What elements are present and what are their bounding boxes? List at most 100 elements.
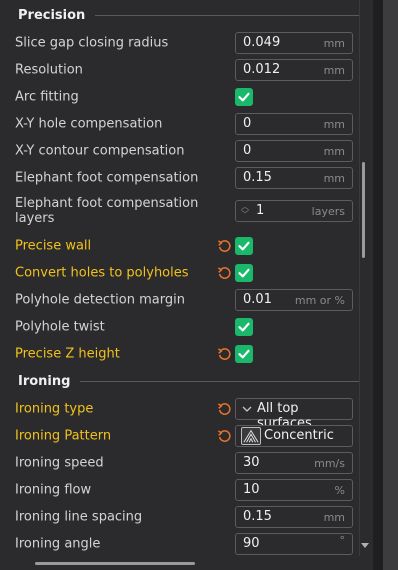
xy-contour-compensation-input[interactable]: 0 mm: [235, 139, 353, 162]
ironing-speed-input[interactable]: 30 mm/s: [235, 451, 353, 474]
field-value: 0.01: [243, 291, 272, 307]
setting-label: Elephant foot compensation: [15, 170, 199, 185]
check-icon: [238, 241, 250, 250]
check-icon: [238, 268, 250, 277]
field-unit: %: [334, 483, 345, 497]
ironing-angle-input[interactable]: 90 °: [235, 532, 353, 555]
row-polyhole-twist: Polyhole twist: [0, 313, 360, 340]
field-unit: °: [339, 533, 346, 547]
field-unit: mm: [323, 63, 345, 77]
precise-wall-checkbox[interactable]: [235, 236, 253, 255]
setting-label: Ironing flow: [15, 482, 92, 497]
field-value: 0.049: [243, 34, 281, 50]
row-elephant-foot-compensation-layers: Elephant foot compensation layers ︿ ﹀ 1 l…: [0, 192, 360, 230]
elephant-foot-compensation-input[interactable]: 0.15 mm: [235, 166, 353, 189]
setting-label: Precise Z height: [15, 346, 120, 361]
field-value: 0.15: [243, 508, 272, 524]
row-ironing-pattern: Ironing Pattern Concentric: [0, 422, 360, 449]
convert-holes-checkbox[interactable]: [235, 263, 253, 282]
check-icon: [238, 322, 250, 331]
horizontal-scrollbar-thumb[interactable]: [35, 562, 195, 565]
setting-label: Polyhole twist: [15, 319, 105, 334]
scroll-down-arrow-icon[interactable]: [360, 540, 370, 550]
section-divider: [95, 14, 360, 16]
field-unit: mm: [323, 144, 345, 158]
row-convert-holes-to-polyholes: Convert holes to polyholes: [0, 259, 360, 286]
concentric-pattern-icon: [241, 426, 261, 445]
field-unit: mm: [323, 171, 345, 185]
field-value: 0: [243, 115, 252, 131]
field-unit: mm/s: [314, 456, 345, 470]
reset-arrow-icon[interactable]: [217, 265, 232, 280]
elephant-foot-layers-spin-input[interactable]: ︿ ﹀ 1 layers: [235, 200, 353, 222]
polyhole-twist-checkbox[interactable]: [235, 317, 253, 336]
field-value: 30: [243, 454, 260, 470]
reset-arrow-icon[interactable]: [217, 401, 232, 416]
row-polyhole-detection-margin: Polyhole detection margin 0.01 mm or %: [0, 286, 360, 313]
row-ironing-type: Ironing type All top surfaces: [0, 395, 360, 431]
section-divider: [80, 380, 360, 382]
field-value: 0.012: [243, 61, 281, 77]
polyhole-margin-input[interactable]: 0.01 mm or %: [235, 288, 353, 311]
field-unit: mm or %: [294, 293, 345, 307]
row-arc-fitting: Arc fitting: [0, 83, 360, 110]
vertical-scrollbar[interactable]: [359, 0, 373, 556]
ironing-type-dropdown[interactable]: All top surfaces: [235, 397, 353, 431]
reset-arrow-icon[interactable]: [217, 238, 232, 253]
ironing-flow-input[interactable]: 10 %: [235, 478, 353, 501]
field-value: 1: [256, 203, 265, 218]
row-ironing-speed: Ironing speed 30 mm/s: [0, 449, 360, 476]
setting-label: Slice gap closing radius: [15, 35, 169, 50]
setting-label: Convert holes to polyholes: [15, 265, 189, 280]
row-precise-z-height: Precise Z height: [0, 340, 360, 367]
slice-gap-input[interactable]: 0.049 mm: [235, 31, 353, 54]
field-unit: mm: [323, 36, 345, 50]
row-resolution: Resolution 0.012 mm: [0, 56, 360, 83]
row-elephant-foot-compensation: Elephant foot compensation 0.15 mm: [0, 164, 360, 191]
ironing-pattern-dropdown[interactable]: Concentric: [235, 424, 353, 447]
setting-label: Ironing speed: [15, 455, 104, 470]
setting-label: Elephant foot compensation layers: [15, 196, 199, 226]
vertical-scrollbar-thumb[interactable]: [362, 162, 365, 258]
setting-label: Ironing angle: [15, 536, 101, 551]
setting-label: Ironing type: [15, 401, 94, 416]
settings-panel: Precision Slice gap closing radius 0.049…: [0, 0, 360, 556]
field-value: 10: [243, 481, 260, 497]
setting-label: X-Y contour compensation: [15, 143, 185, 158]
ironing-line-spacing-input[interactable]: 0.15 mm: [235, 505, 353, 528]
side-strip-inner: [383, 0, 398, 570]
field-value: 90: [243, 535, 260, 551]
arc-fitting-checkbox[interactable]: [235, 87, 253, 106]
setting-label: Arc fitting: [15, 89, 79, 104]
section-header-ironing: Ironing: [18, 371, 360, 391]
field-unit: mm: [323, 510, 345, 524]
row-ironing-flow: Ironing flow 10 %: [0, 476, 360, 503]
precise-z-height-checkbox[interactable]: [235, 344, 253, 363]
field-unit: layers: [311, 205, 345, 218]
setting-label: Precise wall: [15, 238, 92, 253]
row-ironing-angle: Ironing angle 90 °: [0, 530, 360, 557]
field-value: 0.15: [243, 169, 272, 185]
field-unit: mm: [323, 117, 345, 131]
setting-label: X-Y hole compensation: [15, 116, 163, 131]
row-xy-contour-compensation: X-Y contour compensation 0 mm: [0, 137, 360, 164]
row-precise-wall: Precise wall: [0, 232, 360, 259]
resolution-input[interactable]: 0.012 mm: [235, 58, 353, 81]
reset-arrow-icon[interactable]: [217, 428, 232, 443]
setting-label: Ironing Pattern: [15, 428, 112, 443]
field-value: 0: [243, 142, 252, 158]
section-title: Precision: [18, 7, 86, 23]
setting-label: Polyhole detection margin: [15, 292, 185, 307]
xy-hole-compensation-input[interactable]: 0 mm: [235, 112, 353, 135]
dropdown-value: Concentric: [264, 427, 334, 443]
setting-label: Resolution: [15, 62, 83, 77]
row-slice-gap-closing-radius: Slice gap closing radius 0.049 mm: [0, 29, 360, 56]
reset-arrow-icon[interactable]: [217, 346, 232, 361]
section-header-precision: Precision: [18, 5, 360, 25]
row-xy-hole-compensation: X-Y hole compensation 0 mm: [0, 110, 360, 137]
check-icon: [238, 349, 250, 358]
spin-arrows-icon[interactable]: ︿ ﹀: [239, 203, 251, 219]
setting-label: Ironing line spacing: [15, 509, 143, 524]
row-ironing-line-spacing: Ironing line spacing 0.15 mm: [0, 503, 360, 530]
chevron-down-icon: [242, 406, 252, 412]
